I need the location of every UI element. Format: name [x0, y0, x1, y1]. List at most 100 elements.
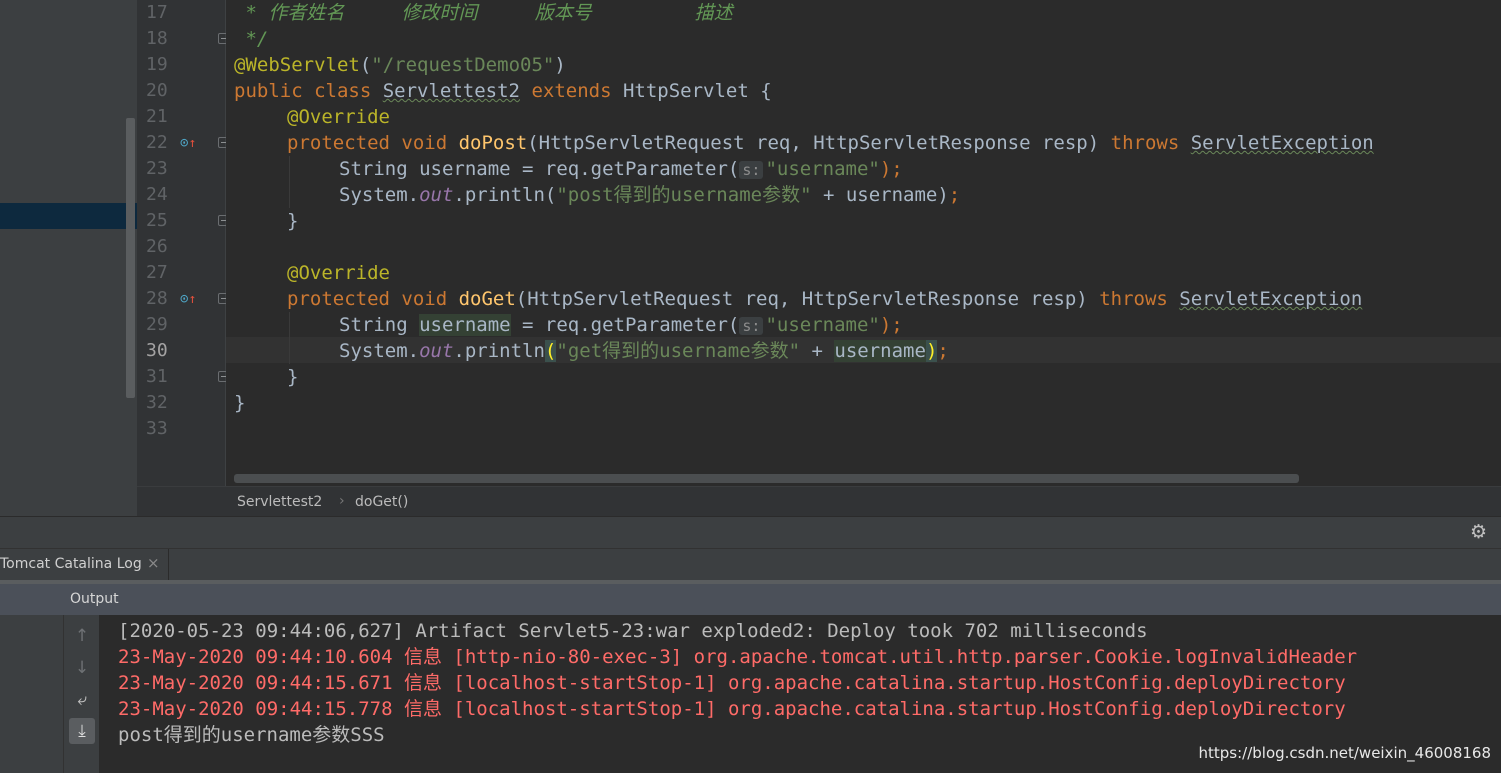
scroll-up-icon[interactable]: ↑ [69, 623, 95, 649]
line-number: 19 [146, 54, 168, 75]
indent-guide [289, 312, 290, 364]
keyword: protected void [287, 288, 459, 310]
code-text: + username) [811, 184, 949, 206]
paren: ( [359, 54, 372, 76]
code-line-18[interactable]: */ [234, 26, 268, 52]
annotation: @Override [287, 106, 390, 128]
keyword: extends [520, 80, 623, 102]
code-line-28[interactable]: protected void doGet(HttpServletRequest … [287, 286, 1362, 312]
output-header: Output [0, 584, 1501, 615]
breadcrumb-separator-icon: › [339, 493, 345, 509]
code-line-32[interactable]: } [234, 390, 245, 416]
static-field: out [419, 184, 454, 206]
code-text: String username = req.getParameter( [339, 158, 740, 180]
exception-type: ServletException [1179, 288, 1363, 310]
code-line-29[interactable]: String username = req.getParameter(s: "us… [339, 312, 903, 339]
comment: */ [234, 28, 269, 50]
line-number: 18 [146, 28, 168, 49]
line-number: 25 [146, 210, 168, 231]
code-text: System. [339, 340, 420, 362]
param-hint: s: [739, 161, 764, 179]
gear-icon[interactable]: ⚙ [1470, 521, 1487, 543]
console-line: 23-May-2020 09:44:15.778 信息 [localhost-s… [118, 698, 1346, 720]
project-sidebar [0, 0, 137, 516]
semicolon: ; [948, 184, 961, 206]
console-toolbar: ↑ ↓ ⤶ ⤓ [64, 615, 100, 773]
code-line-30[interactable]: System.out.println("get得到的username参数" + … [339, 338, 949, 364]
line-number: 23 [146, 158, 168, 179]
console-line: post得到的username参数SSS [118, 724, 385, 746]
code-text: System. [339, 184, 420, 206]
code-text: .println [453, 340, 545, 362]
scroll-down-icon[interactable]: ↓ [69, 655, 95, 681]
code-text: String [339, 314, 420, 336]
editor-horizontal-scrollbar[interactable] [234, 474, 1299, 483]
soft-wrap-icon[interactable]: ⤶ [69, 687, 95, 713]
keyword: throws [1099, 288, 1180, 310]
code-line-19[interactable]: @WebServlet("/requestDemo05") [234, 52, 566, 78]
code-line-23[interactable]: String username = req.getParameter(s: "us… [339, 156, 903, 183]
base-class: HttpServlet { [622, 80, 772, 102]
brace: } [287, 366, 299, 388]
scroll-to-end-icon[interactable]: ⤓ [69, 718, 95, 744]
keyword: protected void [287, 132, 459, 154]
watermark: https://blog.csdn.net/weixin_46008168 [1198, 744, 1491, 762]
line-number: 21 [146, 106, 168, 127]
brace: } [234, 392, 246, 414]
line-number: 29 [146, 314, 168, 335]
code-line-24[interactable]: System.out.println("post得到的username参数" +… [339, 182, 960, 208]
breadcrumb-method[interactable]: doGet() [355, 494, 408, 510]
line-number: 31 [146, 366, 168, 387]
keyword: throws [1110, 132, 1191, 154]
indent-guide [289, 156, 290, 208]
close-icon[interactable]: × [147, 554, 160, 572]
matched-paren: ) [925, 340, 938, 362]
params: (HttpServletRequest req, HttpServletResp… [515, 288, 1100, 310]
string-literal: "username" [765, 158, 880, 180]
breadcrumb-class[interactable]: Servlettest2 [237, 494, 322, 510]
exception-type: ServletException [1190, 132, 1374, 154]
code-text: + [800, 340, 835, 362]
line-number: 20 [146, 80, 168, 101]
code-line-17[interactable]: * 作者姓名 修改时间 版本号 描述 [234, 0, 733, 26]
code-text: = req.getParameter( [510, 314, 740, 336]
tab-label: Tomcat Catalina Log [0, 556, 142, 572]
override-method-icon[interactable]: ⊙↑ [180, 286, 196, 313]
annotation: @Override [287, 262, 390, 284]
sidebar-scrollbar[interactable] [126, 118, 135, 398]
line-number: 27 [146, 262, 168, 283]
class-name: Servlettest2 [382, 80, 520, 102]
code-line-25[interactable]: } [287, 208, 298, 234]
keyword: public class [234, 80, 383, 102]
override-method-icon[interactable]: ⊙↑ [180, 130, 196, 157]
paren: ) [554, 54, 566, 76]
console-line: [2020-05-23 09:44:06,627] Artifact Servl… [118, 620, 1148, 642]
code-line-22[interactable]: protected void doPost(HttpServletRequest… [287, 130, 1374, 156]
line-number-current: 30 [146, 340, 168, 361]
string-literal: "post得到的username参数" [556, 184, 812, 206]
tab-tomcat-catalina-log[interactable]: Tomcat Catalina Log × [0, 549, 169, 580]
brace: } [287, 210, 299, 232]
static-field: out [419, 340, 454, 362]
console-line: 23-May-2020 09:44:15.671 信息 [localhost-s… [118, 672, 1346, 694]
line-number: 33 [146, 418, 168, 439]
code-line-21[interactable]: @Override [287, 104, 390, 130]
code-text: ); [879, 314, 903, 336]
output-left-panel [0, 615, 64, 773]
line-number: 32 [146, 392, 168, 413]
code-line-31[interactable]: } [287, 364, 298, 390]
code-line-27[interactable]: @Override [287, 260, 390, 286]
params: (HttpServletRequest req, HttpServletResp… [527, 132, 1111, 154]
sidebar-selected-row[interactable] [0, 203, 137, 229]
string-literal: "username" [765, 314, 880, 336]
code-line-20[interactable]: public class Servlettest2 extends HttpSe… [234, 78, 772, 104]
tool-window-tabbar: Tomcat Catalina Log × [0, 548, 1501, 580]
output-label[interactable]: Output [70, 591, 119, 607]
code-text: .println( [453, 184, 557, 206]
line-number: 24 [146, 184, 168, 205]
string-literal: "get得到的username参数" [556, 340, 801, 362]
method-name: doGet [458, 288, 516, 310]
highlighted-variable: username [419, 314, 511, 336]
matched-paren: ( [544, 340, 557, 362]
comment: * 作者姓名 修改时间 版本号 描述 [234, 2, 733, 24]
